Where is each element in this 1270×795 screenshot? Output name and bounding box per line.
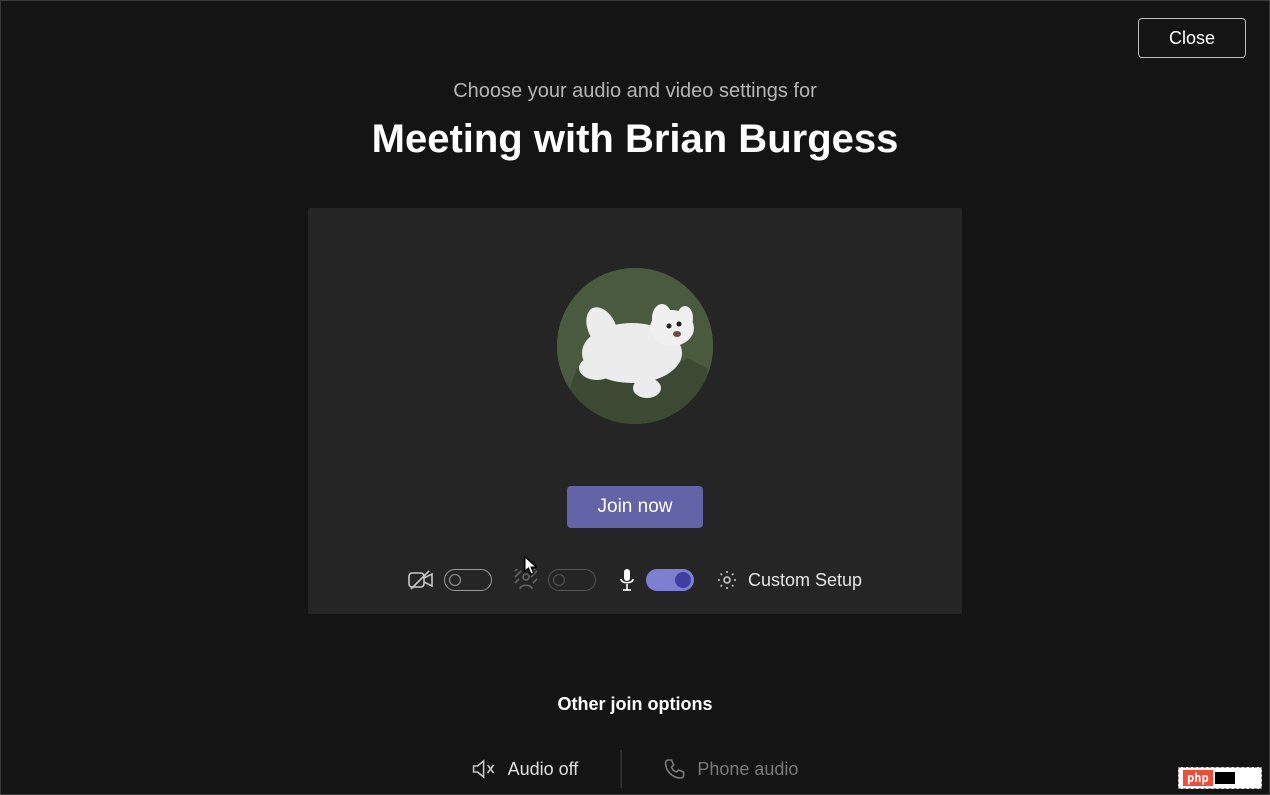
other-options-heading: Other join options (0, 694, 1270, 715)
background-blur-icon (514, 569, 538, 591)
watermark: php (1178, 767, 1262, 789)
other-options-row: Audio off Phone audio (430, 748, 841, 790)
watermark-block (1215, 772, 1235, 784)
subtitle: Choose your audio and video settings for (0, 80, 1270, 103)
preview-panel: Join now (308, 208, 962, 614)
microphone-icon (618, 568, 636, 592)
audio-off-button[interactable]: Audio off (430, 748, 621, 790)
watermark-text: php (1183, 770, 1213, 786)
background-toggle[interactable] (548, 569, 596, 591)
gear-icon (716, 569, 738, 591)
header: Choose your audio and video settings for… (0, 80, 1270, 162)
close-button[interactable]: Close (1138, 18, 1246, 58)
mic-toggle[interactable] (646, 569, 694, 591)
avatar (557, 268, 713, 424)
speaker-off-icon (472, 758, 496, 780)
phone-audio-button[interactable]: Phone audio (621, 748, 840, 790)
join-now-button[interactable]: Join now (567, 486, 703, 528)
meeting-title: Meeting with Brian Burgess (0, 117, 1270, 162)
phone-audio-label: Phone audio (697, 759, 798, 780)
mic-control (618, 568, 694, 592)
custom-setup-link[interactable]: Custom Setup (716, 569, 862, 591)
background-control (514, 569, 596, 591)
camera-toggle[interactable] (444, 569, 492, 591)
camera-off-icon (408, 569, 434, 591)
controls-row: Custom Setup (308, 568, 962, 592)
camera-control (408, 569, 492, 591)
phone-icon (663, 758, 685, 780)
custom-setup-label: Custom Setup (748, 570, 862, 591)
audio-off-label: Audio off (508, 759, 579, 780)
